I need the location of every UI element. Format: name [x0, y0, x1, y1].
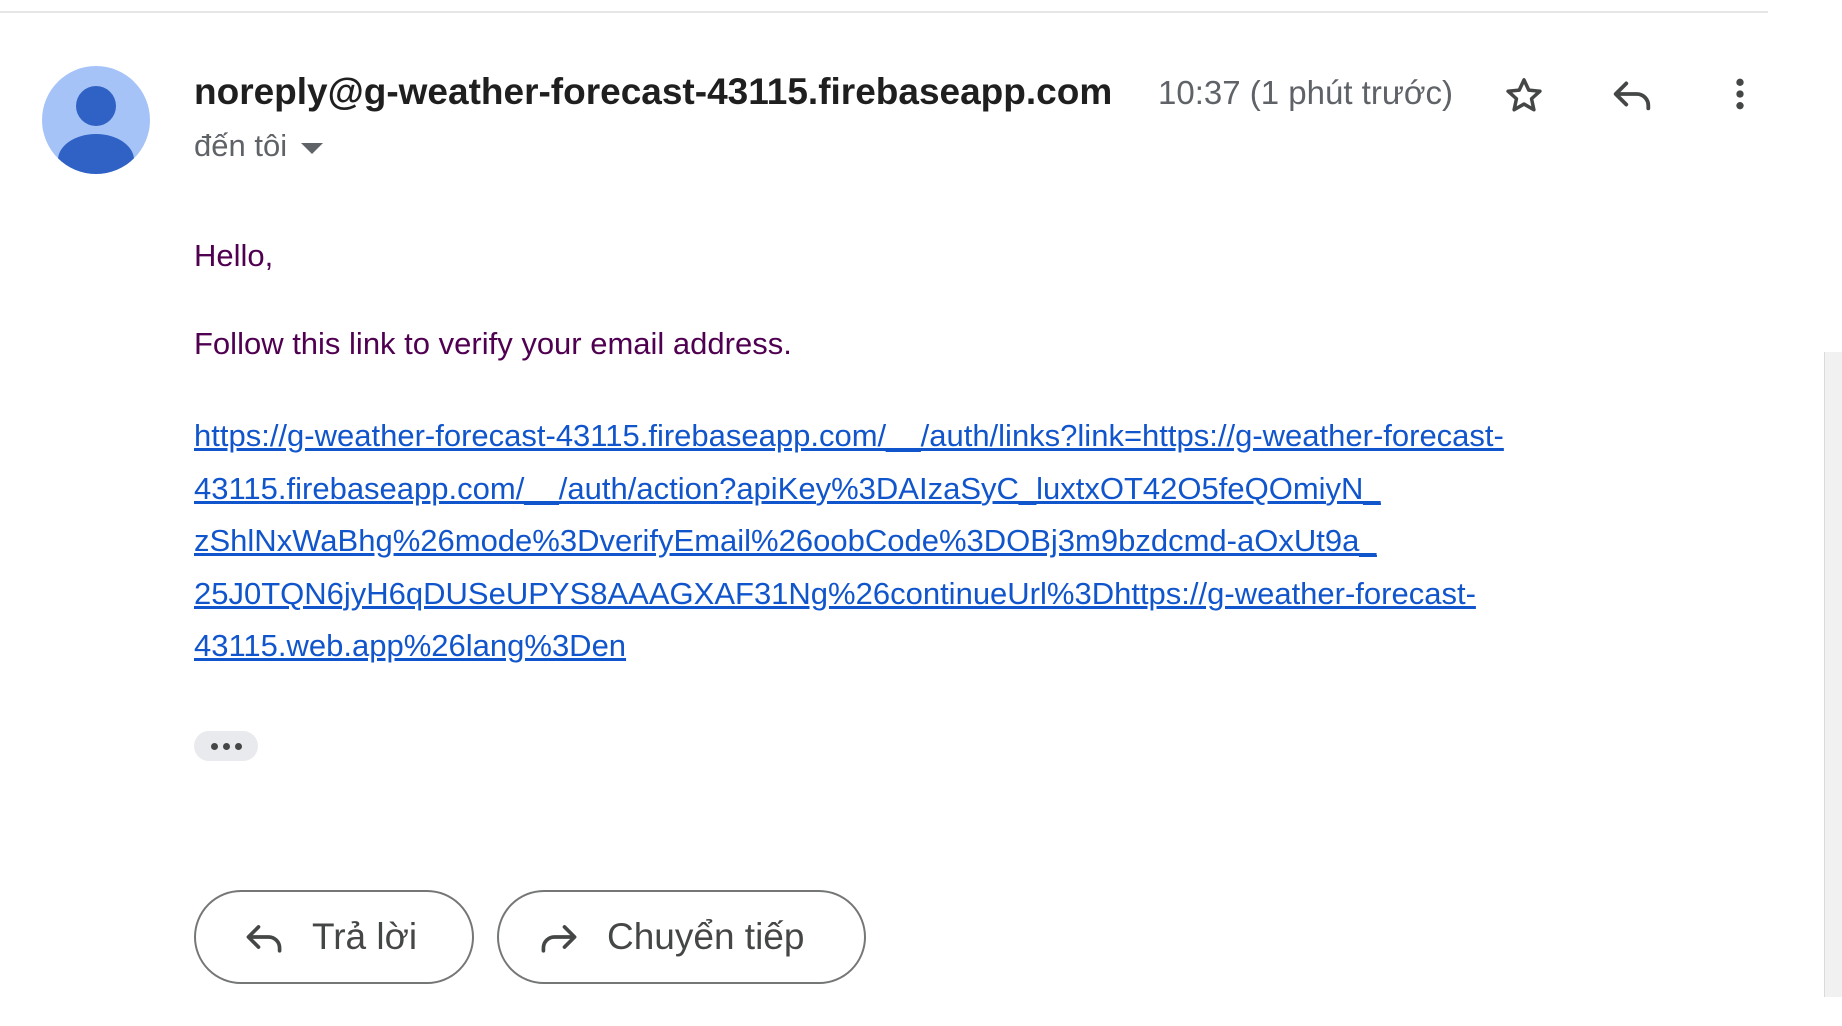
link-line: zShlNxWaBhg%26mode%3DverifyEmail%26oobCo… [194, 523, 1377, 558]
greeting-text: Hello, [194, 238, 274, 273]
verify-email-link[interactable]: https://g-weather-forecast-43115.firebas… [194, 410, 1694, 673]
top-divider [0, 11, 1768, 13]
vertical-scrollbar[interactable] [1824, 352, 1842, 997]
forward-action-label: Chuyển tiếp [607, 916, 805, 957]
reply-button[interactable] [1602, 64, 1662, 124]
star-icon [1506, 78, 1542, 112]
more-horiz-icon [222, 742, 230, 750]
link-line: 25J0TQN6jyH6qDUSeUPYS8AAAGXAF31Ng%26cont… [194, 575, 1476, 611]
reply-icon [1613, 81, 1651, 111]
link-line: 43115.web.app%26lang%3Den [194, 628, 627, 663]
caret-down-icon[interactable] [301, 142, 324, 154]
reply-icon [242, 915, 286, 959]
instruction-text: Follow this link to verify your email ad… [194, 326, 792, 361]
reply-action-label: Trả lời [312, 916, 418, 957]
recipient-dropdown[interactable]: đến tôi [194, 124, 324, 168]
more-options-button[interactable] [1710, 64, 1770, 124]
reply-action-button[interactable]: Trả lời [194, 890, 474, 984]
forward-icon [537, 915, 581, 959]
recipient-label: đến tôi [194, 128, 288, 163]
star-button[interactable] [1494, 66, 1554, 126]
more-horiz-icon [210, 742, 218, 750]
message-timestamp: 10:37 (1 phút trước) [1158, 74, 1454, 111]
person-avatar-icon [58, 86, 134, 174]
more-horiz-icon [234, 742, 242, 750]
link-line: 43115.firebaseapp.com/__/auth/action?api… [194, 470, 1381, 506]
show-trimmed-content-button[interactable] [194, 731, 258, 761]
link-line: https://g-weather-forecast-43115.firebas… [194, 418, 1504, 453]
sender-avatar[interactable] [42, 66, 150, 174]
forward-action-button[interactable]: Chuyển tiếp [497, 890, 866, 984]
sender-email[interactable]: noreply@g-weather-forecast-43115.firebas… [194, 68, 1124, 116]
more-vert-icon [1736, 78, 1744, 110]
